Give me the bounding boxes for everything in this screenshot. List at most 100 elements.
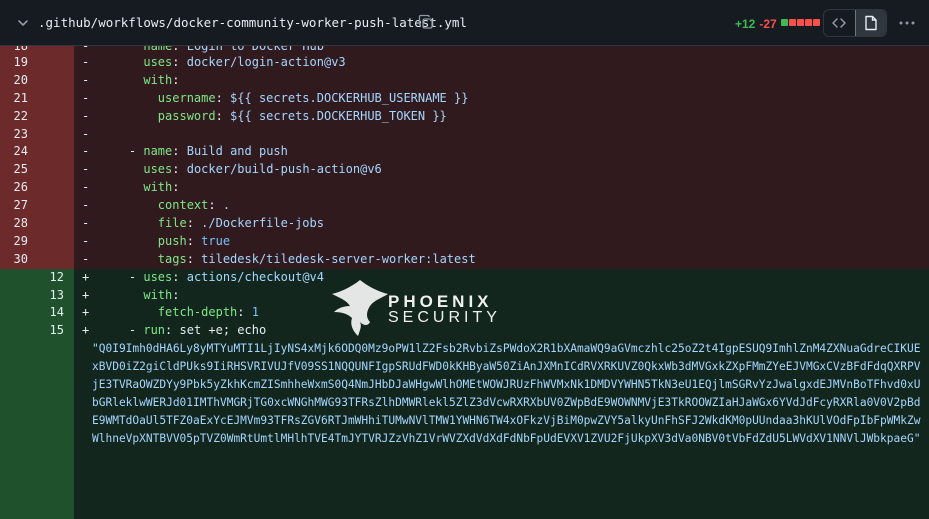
line-content: - run: set +e; echo: [100, 323, 267, 338]
line-content: uses: docker/login-action@v3: [143, 55, 346, 69]
old-line-number[interactable]: 26: [0, 179, 28, 197]
diff-line: 28 - file: ./Dockerfile-jobs: [0, 215, 929, 233]
old-line-number[interactable]: 27: [0, 197, 28, 215]
diff-line: 19 - uses: docker/login-action@v3: [0, 54, 929, 72]
yaml-value: 1: [251, 305, 259, 320]
yaml-value: actions/checkout@v4: [186, 269, 324, 284]
diff-sign: -: [82, 198, 90, 213]
kebab-horizontal-icon[interactable]: [897, 13, 917, 33]
old-line-number[interactable]: 29: [0, 233, 28, 251]
chevron-down-icon[interactable]: [16, 15, 30, 29]
old-line-number[interactable]: 25: [0, 161, 28, 179]
yaml-key: username: [157, 90, 216, 105]
diffstat-block: [781, 19, 788, 26]
additions-count: +12: [735, 17, 756, 31]
diff-line: 24 - - name: Build and push: [0, 143, 929, 162]
yaml-key: name: [143, 46, 173, 53]
file-icon[interactable]: [854, 10, 886, 36]
line-content: uses: docker/build-push-action@v6: [143, 162, 382, 177]
new-line-number[interactable]: 15: [38, 322, 64, 340]
diff-sign: +: [82, 305, 90, 320]
diff-sign: -: [82, 55, 90, 69]
copy-icon[interactable]: [418, 14, 434, 30]
diff-sign: -: [82, 216, 90, 231]
diff-sign: -: [82, 126, 90, 141]
diff-sign: +: [82, 269, 90, 284]
line-content: username: ${{ secrets.DOCKERHUB_USERNAME…: [157, 90, 469, 105]
yaml-key: run: [143, 323, 166, 338]
diff-line: 30 - tags: tiledesk/tiledesk-server-worke…: [0, 250, 929, 269]
diff-sign: -: [82, 251, 90, 266]
yaml-value: Login to Docker Hub: [186, 46, 324, 53]
yaml-key: context: [157, 198, 209, 213]
line-content: with:: [143, 72, 180, 87]
diff-sign: -: [82, 180, 90, 195]
line-content: password: ${{ secrets.DOCKERHUB_TOKEN }}: [157, 108, 447, 123]
line-content: with:: [143, 287, 180, 302]
diff-sign: +: [82, 287, 90, 302]
yaml-key: tags: [157, 251, 187, 266]
diff-line: 20 - with:: [0, 71, 929, 90]
yaml-value: docker/build-push-action@v6: [186, 162, 382, 177]
diff-sign: -: [82, 108, 90, 123]
yaml-value: ${{ secrets.DOCKERHUB_USERNAME }}: [230, 90, 469, 105]
yaml-value: Build and push: [186, 144, 288, 159]
diff-line: 22 - password: ${{ secrets.DOCKERHUB_TOKE…: [0, 107, 929, 126]
line-content: - name: Build and push: [100, 144, 288, 159]
new-line-number[interactable]: 14: [38, 304, 64, 322]
view-toggle: [823, 9, 887, 37]
yaml-key: file: [157, 216, 187, 231]
old-line-number[interactable]: 24: [0, 143, 28, 161]
file-header: .github/workflows/docker-community-worke…: [0, 0, 929, 46]
old-line-number[interactable]: 23: [0, 126, 28, 144]
yaml-value: .: [222, 198, 231, 213]
diff-sign: -: [82, 162, 90, 177]
deletions-count: -27: [759, 17, 777, 31]
diffstat-block: [805, 19, 812, 26]
line-content: with:: [143, 180, 180, 195]
diff-sign: -: [82, 90, 90, 105]
old-line-number[interactable]: 28: [0, 215, 28, 233]
new-line-number[interactable]: 13: [38, 287, 64, 305]
yaml-value: docker/login-action@v3: [186, 55, 346, 69]
yaml-value: ${{ secrets.DOCKERHUB_TOKEN }}: [230, 108, 447, 123]
watermark-text-2: SECURITY: [388, 309, 501, 326]
line-content: context: .: [157, 198, 231, 213]
diff-line: 25 - uses: docker/build-push-action@v6: [0, 161, 929, 180]
diff-line: 26 - with:: [0, 179, 929, 198]
code-icon[interactable]: [824, 10, 855, 36]
yaml-key: with: [143, 72, 173, 87]
diff-sign: -: [82, 144, 90, 159]
diff-line: 29 - push: true: [0, 232, 929, 251]
line-content: file: ./Dockerfile-jobs: [157, 216, 324, 231]
diff-sign: +: [82, 323, 90, 338]
old-line-number[interactable]: 19: [0, 54, 28, 72]
old-line-number[interactable]: 21: [0, 90, 28, 108]
diff-line: 27 - context: .: [0, 197, 929, 216]
yaml-value: tiledesk/tiledesk-server-worker:latest: [201, 251, 476, 266]
yaml-key: with: [143, 287, 173, 302]
diff-line: 23 -: [0, 125, 929, 144]
yaml-value: ./Dockerfile-jobs: [201, 216, 324, 231]
diff-sign: -: [82, 233, 90, 248]
yaml-value: true: [201, 233, 231, 248]
new-line-number[interactable]: 12: [38, 269, 64, 287]
line-content: tags: tiledesk/tiledesk-server-worker:la…: [157, 251, 476, 266]
diff-line: 21 - username: ${{ secrets.DOCKERHUB_USER…: [0, 89, 929, 108]
encoded-blob: "Q0I9Imh0dHA6Ly8yMTYuMTI1LjIyNS4xMjk6ODQ…: [92, 342, 921, 445]
diff-stats: +12 -27: [735, 17, 777, 31]
diffstat-block: [797, 19, 804, 26]
yaml-key: push: [157, 233, 187, 248]
blob-gutter: [0, 340, 74, 519]
file-path[interactable]: .github/workflows/docker-community-worke…: [38, 15, 467, 30]
yaml-key: uses: [143, 269, 173, 284]
diffstat-block: [813, 19, 820, 26]
old-line-number[interactable]: 22: [0, 108, 28, 126]
old-line-number[interactable]: 30: [0, 251, 28, 269]
diffstat-block: [789, 19, 796, 26]
line-content: - uses: actions/checkout@v4: [100, 269, 324, 284]
yaml-value: set +e; echo: [179, 323, 267, 338]
old-line-number[interactable]: 20: [0, 72, 28, 90]
yaml-key: name: [143, 144, 173, 159]
diffstat-blocks: [781, 19, 820, 26]
